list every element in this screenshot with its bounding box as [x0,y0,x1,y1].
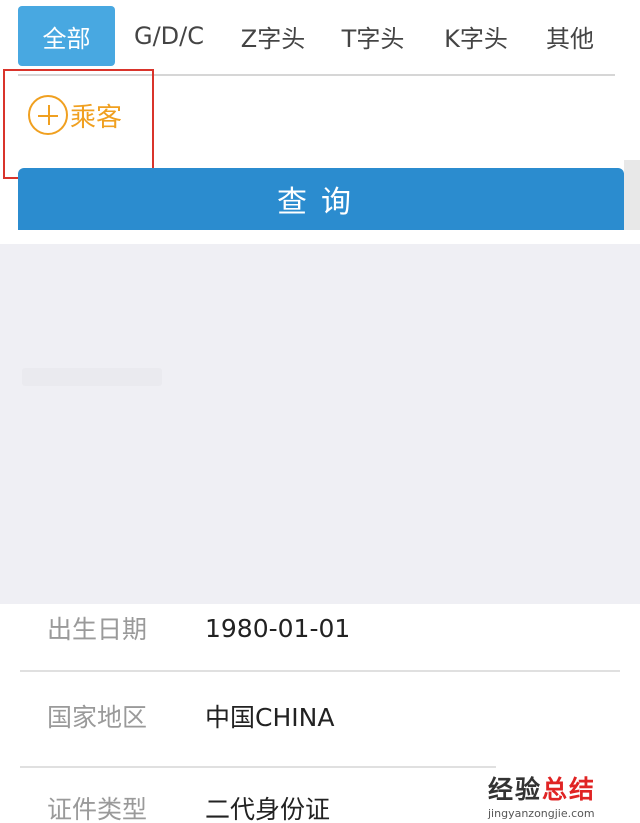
id-type-label: 证件类型 [47,795,148,823]
birthdate-value: 1980-01-01 [205,613,351,643]
country-value: 中国CHINA [205,703,335,732]
tab-gdc[interactable]: G/D/C [119,6,219,66]
faint-placeholder [22,368,162,386]
form-row-birthdate[interactable]: 出生日期 1980-01-01 [0,604,640,658]
separator-strip [0,230,640,244]
tab-t[interactable]: T字头 [323,6,423,66]
id-type-value: 二代身份证 [205,795,331,823]
watermark-title-right: 总结 [542,775,597,804]
watermark-title-left: 经验 [488,775,543,804]
watermark-title: 经验总结 [488,770,638,806]
query-button[interactable]: 查询 [18,168,624,230]
tab-other[interactable]: 其他 [526,6,614,66]
search-panel: 全部 G/D/C Z字头 T字头 K字头 其他 乘客 查询 [0,0,640,230]
tab-all[interactable]: 全部 [18,6,115,66]
tab-k[interactable]: K字头 [426,6,526,66]
site-watermark: 经验总结 jingyanzongjie.com [488,770,638,820]
tab-z[interactable]: Z字头 [223,6,323,66]
watermark-url: jingyanzongjie.com [488,807,595,820]
panel-edge [624,160,640,230]
birthdate-label: 出生日期 [47,615,148,644]
form-row-country[interactable]: 国家地区 中国CHINA [0,686,640,746]
row-divider [20,766,496,768]
blank-area [0,244,640,604]
train-type-tabs: 全部 G/D/C Z字头 T字头 K字头 其他 [18,6,615,70]
highlight-annotation-box [3,69,154,179]
country-label: 国家地区 [47,703,148,732]
row-divider [20,670,620,672]
query-button-label: 查询 [277,185,365,220]
